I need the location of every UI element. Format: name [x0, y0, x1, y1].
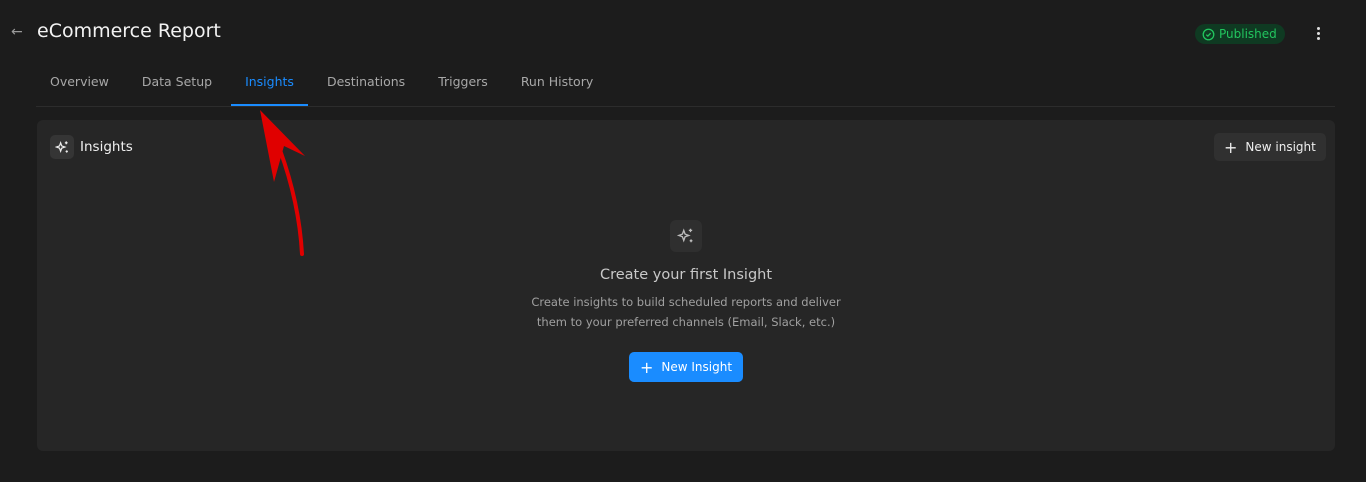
empty-state: Create your first Insight Create insight…: [37, 220, 1335, 382]
new-insight-label: New insight: [1245, 140, 1316, 154]
more-options-icon[interactable]: [1311, 24, 1325, 42]
check-circle-icon: [1202, 28, 1215, 40]
tab-triggers[interactable]: Triggers: [424, 66, 502, 106]
tab-insights[interactable]: Insights: [231, 66, 308, 106]
plus-icon: +: [639, 357, 654, 377]
page-title: eCommerce Report: [37, 20, 221, 42]
tab-bar: Overview Data Setup Insights Destination…: [36, 66, 1335, 107]
tab-run-history[interactable]: Run History: [507, 66, 607, 106]
new-insight-header-button[interactable]: + New insight: [1214, 133, 1326, 161]
tab-destinations[interactable]: Destinations: [313, 66, 419, 106]
plus-icon: +: [1224, 137, 1238, 157]
status-label: Published: [1219, 27, 1277, 41]
back-arrow-icon[interactable]: ←: [11, 25, 25, 39]
tab-overview[interactable]: Overview: [36, 66, 123, 106]
tab-data-setup[interactable]: Data Setup: [128, 66, 226, 106]
new-insight-button[interactable]: + New Insight: [628, 352, 744, 382]
new-insight-button-label: New Insight: [661, 360, 733, 374]
empty-state-description: Create insights to build scheduled repor…: [531, 295, 841, 329]
insights-panel: Insights + New insight Create your first…: [37, 120, 1335, 451]
sparkles-icon: [50, 135, 74, 159]
panel-title: Insights: [80, 139, 133, 155]
status-badge: Published: [1195, 24, 1285, 44]
sparkles-icon: [670, 220, 702, 252]
empty-state-title: Create your first Insight: [599, 267, 773, 283]
